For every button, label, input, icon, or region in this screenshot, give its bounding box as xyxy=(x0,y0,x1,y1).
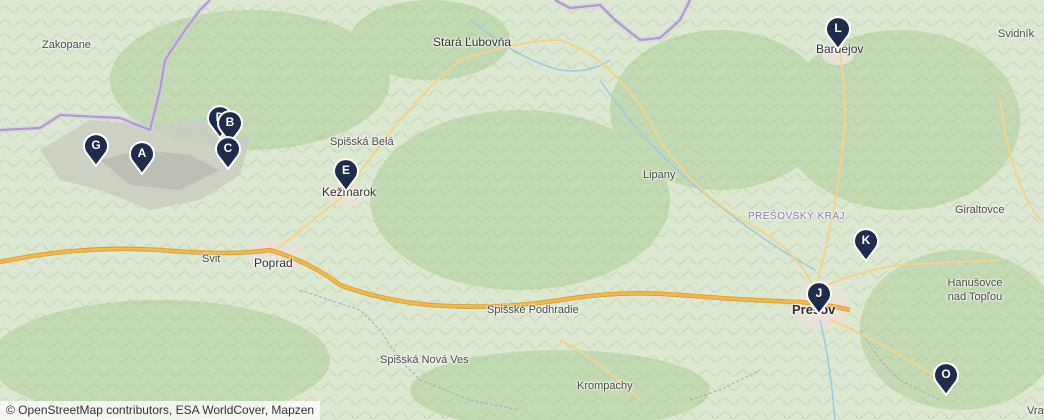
place-krompachy: Krompachy xyxy=(577,380,633,392)
map-marker-c[interactable]: C xyxy=(215,136,241,170)
place-svidnik: Svidník xyxy=(998,28,1035,40)
marker-label: L xyxy=(834,21,842,35)
map-view[interactable]: Zakopane Stará Ľubovňa Bardejov Svidník … xyxy=(0,0,1044,420)
marker-label: B xyxy=(225,115,235,129)
place-zakopane: Zakopane xyxy=(42,39,91,51)
place-poprad: Poprad xyxy=(254,256,293,270)
marker-label: O xyxy=(941,367,951,381)
marker-label: K xyxy=(861,233,871,247)
place-stara-lubovna: Stará Ľubovňa xyxy=(433,35,512,49)
marker-label: A xyxy=(137,146,147,160)
map-basemap xyxy=(0,0,1044,420)
place-giraltovce: Giraltovce xyxy=(955,204,1005,216)
map-marker-j[interactable]: J xyxy=(806,281,832,315)
place-spisska-nova-ves: Spišská Nová Ves xyxy=(380,354,469,366)
map-marker-l[interactable]: L xyxy=(825,16,851,50)
place-hanusovce: Hanušovce nad Topľou xyxy=(947,277,1003,303)
map-marker-k[interactable]: K xyxy=(853,228,879,262)
place-presovsky-kraj: PREŠOVSKÝ KRAJ xyxy=(748,211,846,222)
place-spisska-bela: Spišská Belá xyxy=(330,136,394,148)
place-vra: Vra xyxy=(1027,405,1044,417)
marker-label: E xyxy=(341,163,350,177)
map-marker-g[interactable]: G xyxy=(83,133,109,167)
place-svit: Svit xyxy=(202,253,221,265)
map-marker-a[interactable]: A xyxy=(129,141,155,175)
map-marker-o[interactable]: O xyxy=(933,362,959,396)
place-spisske-podhradie: Spišské Podhradie xyxy=(487,304,579,316)
map-attribution[interactable]: © OpenStreetMap contributors, ESA WorldC… xyxy=(0,401,321,420)
marker-label: C xyxy=(223,141,233,155)
place-lipany: Lipany xyxy=(643,169,676,181)
marker-label: J xyxy=(815,286,823,300)
marker-label: G xyxy=(91,138,101,152)
map-marker-e[interactable]: E xyxy=(333,158,359,192)
terrain-shading xyxy=(0,0,1044,420)
